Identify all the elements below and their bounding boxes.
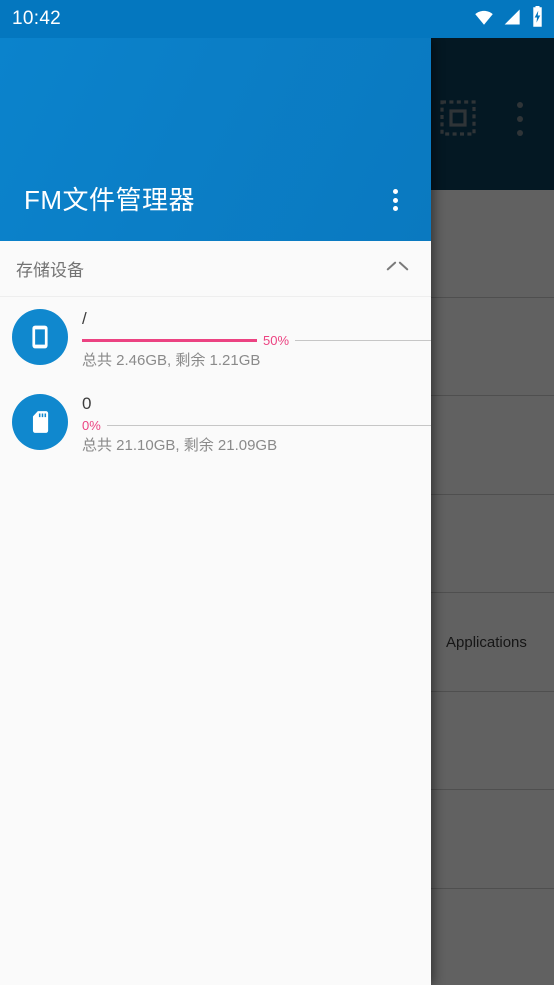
list-item-label: Applications bbox=[446, 633, 527, 651]
storage-usage-bar: 50% bbox=[82, 332, 431, 348]
status-bar-icons bbox=[431, 0, 554, 38]
navigation-drawer: FM文件管理器 存储设备 / 50% 总共 2.46GB, 剩余 1.21GB bbox=[0, 38, 431, 985]
storage-section-title: 存储设备 bbox=[16, 261, 84, 280]
storage-section-header[interactable]: 存储设备 bbox=[0, 241, 431, 297]
cellular-signal-icon bbox=[503, 7, 523, 32]
sd-card-icon bbox=[12, 394, 68, 450]
status-bar-clock: 10:42 bbox=[12, 8, 62, 29]
background-overflow-menu-icon[interactable] bbox=[512, 102, 528, 136]
storage-usage-bar: 0% bbox=[82, 417, 431, 433]
storage-usage-percent: 50% bbox=[263, 332, 290, 348]
drawer-header: FM文件管理器 bbox=[0, 38, 431, 241]
select-all-icon[interactable] bbox=[440, 100, 476, 136]
wifi-icon bbox=[473, 7, 495, 32]
storage-usage-fill bbox=[82, 338, 257, 342]
storage-meta: 总共 21.10GB, 剩余 21.09GB bbox=[82, 437, 278, 454]
storage-usage-track bbox=[295, 339, 431, 341]
battery-charging-icon bbox=[531, 5, 544, 33]
app-title: FM文件管理器 bbox=[24, 185, 196, 215]
overflow-menu-icon[interactable] bbox=[387, 189, 403, 211]
storage-meta: 总共 2.46GB, 剩余 1.21GB bbox=[82, 352, 261, 369]
storage-usage-track bbox=[106, 424, 431, 426]
phone-storage-icon bbox=[12, 309, 68, 365]
storage-item-internal[interactable]: / 50% 总共 2.46GB, 剩余 1.21GB bbox=[0, 297, 431, 382]
storage-usage-percent: 0% bbox=[82, 417, 101, 433]
storage-name: 0 bbox=[82, 394, 92, 413]
storage-name: / bbox=[82, 309, 87, 328]
status-bar: 10:42 bbox=[0, 0, 431, 38]
chevron-up-icon[interactable] bbox=[385, 258, 407, 280]
storage-item-sdcard[interactable]: 0 0% 总共 21.10GB, 剩余 21.09GB bbox=[0, 382, 431, 467]
